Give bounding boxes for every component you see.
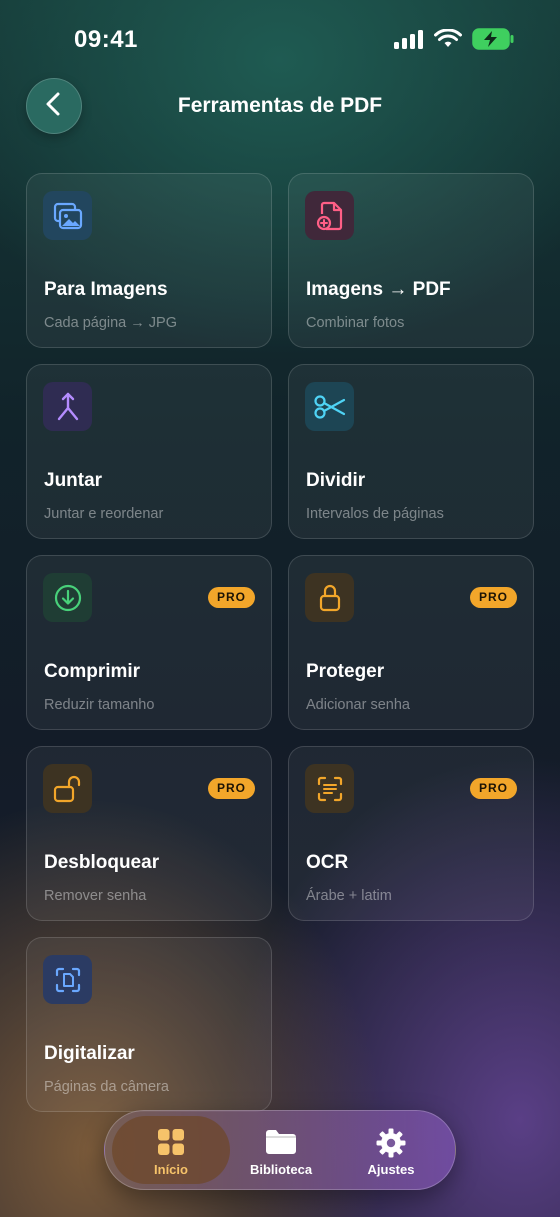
document-scan-icon: [43, 955, 92, 1004]
tab-bar: Início Biblioteca Ajustes: [104, 1110, 456, 1190]
tab-ajustes[interactable]: Ajustes: [332, 1116, 450, 1184]
unlock-icon: [43, 764, 92, 813]
signal-icon: [394, 29, 424, 49]
tab-biblioteca[interactable]: Biblioteca: [222, 1116, 340, 1184]
tool-name: Digitalizar: [44, 1043, 135, 1064]
pro-badge: PRO: [207, 778, 255, 799]
tool-description: Remover senha: [44, 888, 147, 904]
tab-label: Biblioteca: [249, 1162, 313, 1177]
download-circle-icon: [43, 573, 92, 622]
scissors-icon: [305, 382, 354, 431]
tool-card-desbloquear[interactable]: PRO Desbloquear Remover senha: [26, 746, 272, 921]
tool-description: Páginas da câmera: [44, 1079, 169, 1095]
merge-arrow-icon: [43, 382, 92, 431]
tool-name: Proteger: [306, 661, 385, 682]
page-title: Ferramentas de PDF: [177, 94, 383, 117]
tool-description: Adicionar senha: [306, 697, 410, 713]
tool-card-imagens-pdf[interactable]: Imagens → PDF Combinar fotos: [288, 173, 534, 348]
tool-description: Combinar fotos: [306, 315, 405, 331]
tool-name: Dividir: [306, 470, 366, 491]
wifi-icon: [434, 29, 462, 49]
pro-badge: PRO: [207, 587, 255, 608]
tool-name: Imagens → PDF: [306, 279, 451, 300]
grid-icon: [157, 1128, 185, 1158]
tool-card-para-imagens[interactable]: Para Imagens Cada página → JPG: [26, 173, 272, 348]
tool-name: Para Imagens: [44, 279, 168, 300]
tab-label: Ajustes: [367, 1162, 415, 1177]
tab-inicio[interactable]: Início: [112, 1116, 230, 1184]
text-scan-icon: [305, 764, 354, 813]
tool-name: Desbloquear: [44, 852, 160, 873]
tool-description: Intervalos de páginas: [306, 506, 444, 522]
tool-card-dividir[interactable]: Dividir Intervalos de páginas: [288, 364, 534, 539]
file-add-icon: [305, 191, 354, 240]
tool-card-ocr[interactable]: PRO OCR Árabe + latim: [288, 746, 534, 921]
pro-badge: PRO: [469, 587, 517, 608]
gear-icon: [376, 1128, 406, 1158]
status-time: 09:41: [74, 26, 138, 53]
status-icons: [394, 28, 514, 50]
tab-label: Início: [154, 1162, 188, 1177]
tool-description: Cada página → JPG: [44, 315, 177, 331]
tool-card-juntar[interactable]: Juntar Juntar e reordenar: [26, 364, 272, 539]
tool-card-proteger[interactable]: PRO Proteger Adicionar senha: [288, 555, 534, 730]
tool-description: Juntar e reordenar: [44, 506, 164, 522]
folder-icon: [264, 1128, 298, 1158]
tool-description: Árabe + latim: [306, 888, 392, 904]
tool-name: Juntar: [44, 470, 103, 491]
tool-card-digitalizar[interactable]: Digitalizar Páginas da câmera: [26, 937, 272, 1112]
image-gallery-icon: [43, 191, 92, 240]
tool-description: Reduzir tamanho: [44, 697, 155, 713]
tool-name: Comprimir: [44, 661, 141, 682]
battery-charging-icon: [472, 28, 514, 50]
lock-icon: [305, 573, 354, 622]
tool-name: OCR: [306, 852, 349, 873]
header: Ferramentas de PDF: [0, 78, 560, 138]
pro-badge: PRO: [469, 778, 517, 799]
tool-card-comprimir[interactable]: PRO Comprimir Reduzir tamanho: [26, 555, 272, 730]
status-bar: 09:41: [0, 0, 560, 80]
